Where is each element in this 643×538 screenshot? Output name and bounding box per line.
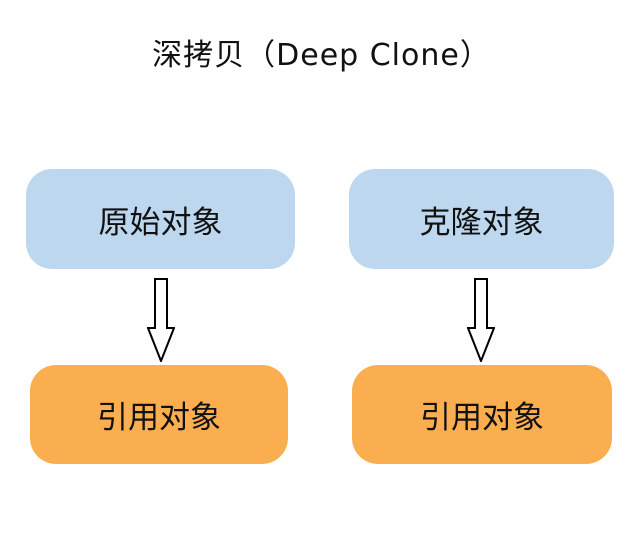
original-object-node: 原始对象 [26,169,295,269]
right-reference-object-label: 引用对象 [420,400,544,436]
left-reference-object-label: 引用对象 [97,400,221,436]
clone-object-node: 克隆对象 [349,169,614,269]
down-arrow-icon [467,278,495,362]
clone-object-label: 克隆对象 [419,204,544,241]
down-arrow-icon [147,278,175,362]
left-reference-object-node: 引用对象 [30,365,288,464]
right-reference-object-node: 引用对象 [352,365,612,464]
original-object-label: 原始对象 [98,204,223,241]
diagram-title: 深拷贝（Deep Clone） [152,38,491,73]
